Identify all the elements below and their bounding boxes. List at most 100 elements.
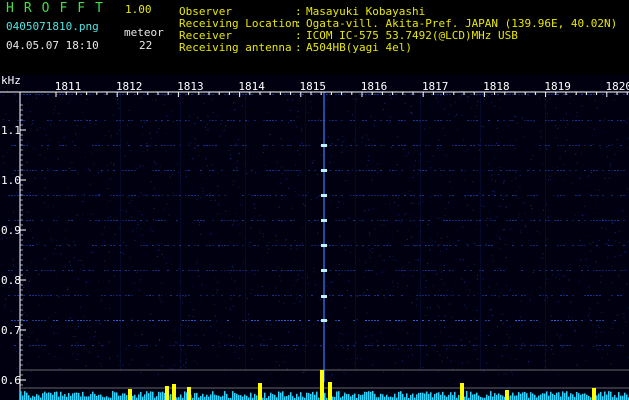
level-bar [34, 396, 36, 400]
carrier-dot [158, 320, 160, 321]
noise-dot [142, 151, 144, 153]
carrier-dot [281, 220, 283, 221]
noise-dot [574, 330, 576, 332]
carrier-dot [599, 320, 601, 321]
carrier-dot [512, 195, 514, 196]
level-bar [498, 393, 500, 400]
carrier-dot [467, 195, 469, 196]
noise-dot [388, 109, 390, 110]
noise-dot [188, 325, 190, 327]
noise-dot [53, 108, 55, 110]
noise-dot [201, 187, 203, 189]
noise-dot [114, 234, 116, 236]
level-bar [158, 391, 160, 400]
carrier-dot [152, 295, 154, 296]
carrier-dot [353, 220, 355, 221]
carrier-dot [536, 320, 538, 321]
noise-dot [405, 213, 407, 214]
noise-dot [157, 373, 159, 375]
noise-dot [192, 285, 194, 287]
noise-dot [268, 248, 270, 250]
noise-dot [7, 90, 9, 92]
noise-dot [85, 365, 87, 367]
noise-dot [610, 363, 612, 365]
noise-dot [109, 357, 111, 359]
noise-dot [501, 355, 503, 357]
carrier-dot [185, 170, 187, 171]
noise-dot [158, 249, 160, 251]
carrier-dot [266, 270, 268, 271]
carrier-dot [14, 345, 16, 346]
noise-dot [617, 314, 619, 316]
noise-dot [499, 108, 501, 110]
carrier-dot [401, 270, 403, 271]
level-bar [48, 392, 50, 400]
carrier-dot [368, 145, 370, 146]
level-bar [492, 396, 494, 400]
carrier-dot [617, 295, 619, 296]
carrier-dot [404, 245, 406, 246]
noise-dot [198, 221, 200, 223]
noise-dot [217, 355, 218, 357]
noise-dot [610, 165, 611, 167]
carrier-dot [590, 170, 592, 171]
carrier-dot [416, 270, 418, 271]
noise-dot [116, 133, 118, 135]
noise-dot [107, 188, 109, 189]
carrier-dot [188, 270, 190, 271]
noise-dot [301, 142, 303, 144]
carrier-dot [182, 295, 184, 296]
carrier-dot [194, 270, 196, 271]
noise-dot [159, 166, 161, 168]
carrier-dot [365, 295, 367, 296]
carrier-dot [398, 120, 400, 121]
carrier-dot [413, 120, 415, 121]
carrier-dot [119, 295, 121, 296]
level-bar [406, 393, 408, 400]
carrier-dot [236, 145, 238, 146]
carrier-dot [254, 295, 256, 296]
carrier-dot [350, 245, 352, 246]
noise-dot [172, 121, 174, 123]
carrier-dot [338, 320, 340, 321]
carrier-dot [614, 320, 616, 321]
noise-dot [480, 125, 482, 127]
noise-dot [552, 274, 554, 276]
level-bar [92, 391, 94, 400]
carrier-dot [188, 145, 190, 146]
noise-dot [302, 371, 304, 373]
carrier-dot [500, 195, 502, 196]
carrier-dot [359, 295, 361, 296]
level-bar [418, 392, 420, 400]
carrier-dot [221, 220, 223, 221]
noise-dot [383, 371, 385, 373]
carrier-dot [488, 195, 490, 196]
carrier-dot [41, 145, 43, 146]
carrier-dot [77, 345, 79, 346]
noise-dot [236, 162, 238, 164]
level-bar [466, 391, 468, 400]
noise-dot [532, 154, 534, 156]
carrier-dot [191, 195, 193, 196]
noise-dot [402, 360, 403, 362]
carrier-dot [167, 270, 169, 271]
carrier-dot [191, 94, 193, 95]
noise-dot [210, 92, 212, 94]
carrier-dot [506, 320, 508, 321]
noise-dot [440, 278, 442, 280]
noise-dot [382, 108, 384, 110]
carrier-dot [614, 170, 616, 171]
carrier-dot [275, 345, 277, 346]
carrier-dot [314, 220, 316, 221]
carrier-dot [428, 145, 430, 146]
carrier-dot [80, 94, 82, 95]
carrier-dot [71, 270, 73, 271]
noise-dot [339, 333, 341, 335]
noise-dot [333, 162, 335, 164]
noise-dot [178, 171, 179, 173]
carrier-dot [389, 94, 391, 95]
noise-dot [132, 230, 134, 232]
carrier-dot [26, 170, 28, 171]
noise-dot [547, 216, 549, 218]
noise-dot [509, 337, 510, 339]
